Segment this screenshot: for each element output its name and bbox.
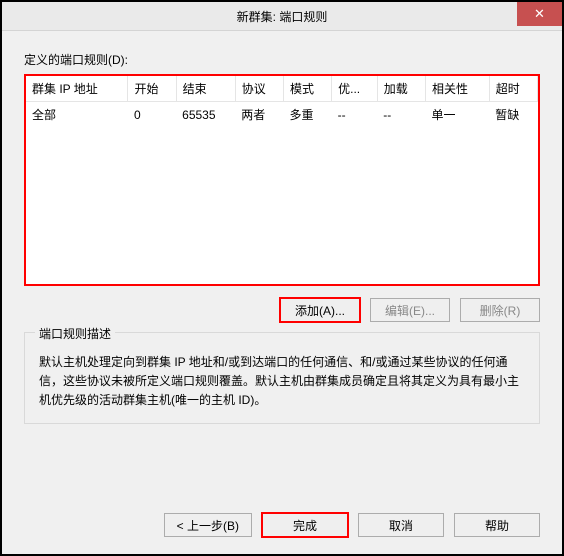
close-icon: ✕: [534, 6, 545, 22]
cell-cluster-ip: 全部: [26, 102, 128, 128]
titlebar: 新群集: 端口规则 ✕: [2, 2, 562, 31]
description-group: 端口规则描述 默认主机处理定向到群集 IP 地址和/或到达端口的任何通信、和/或…: [24, 332, 540, 424]
cell-timeout: 暂缺: [489, 102, 537, 128]
table-header-row: 群集 IP 地址 开始 结束 协议 模式 优... 加载 相关性 超时: [26, 76, 538, 102]
help-button[interactable]: 帮助: [454, 513, 540, 537]
window-title: 新群集: 端口规则: [237, 8, 328, 25]
cell-priority: --: [332, 102, 378, 128]
delete-button[interactable]: 删除(R): [460, 298, 540, 322]
cell-load: --: [377, 102, 425, 128]
description-group-title: 端口规则描述: [35, 325, 115, 342]
rule-buttons-row: 添加(A)... 编辑(E)... 删除(R): [24, 298, 540, 322]
spacer: [24, 432, 540, 513]
rules-table-container: 群集 IP 地址 开始 结束 协议 模式 优... 加载 相关性 超时 全部 0: [24, 74, 540, 286]
rules-table: 群集 IP 地址 开始 结束 协议 模式 优... 加载 相关性 超时 全部 0: [26, 76, 538, 127]
cell-mode: 多重: [283, 102, 331, 128]
table-row[interactable]: 全部 0 65535 两者 多重 -- -- 单一 暂缺: [26, 102, 538, 128]
dialog-window: 新群集: 端口规则 ✕ 定义的端口规则(D): 群集 IP 地址 开始 结束 协…: [0, 0, 564, 556]
col-load[interactable]: 加载: [377, 76, 425, 102]
finish-button[interactable]: 完成: [262, 513, 348, 537]
description-text: 默认主机处理定向到群集 IP 地址和/或到达端口的任何通信、和/或通过某些协议的…: [39, 353, 525, 411]
close-button[interactable]: ✕: [517, 2, 562, 26]
col-mode[interactable]: 模式: [283, 76, 331, 102]
col-end[interactable]: 结束: [176, 76, 235, 102]
col-start[interactable]: 开始: [128, 76, 176, 102]
col-priority[interactable]: 优...: [332, 76, 378, 102]
back-button[interactable]: < 上一步(B): [164, 513, 252, 537]
rules-label: 定义的端口规则(D):: [24, 51, 540, 68]
cell-end: 65535: [176, 102, 235, 128]
col-protocol[interactable]: 协议: [235, 76, 283, 102]
cell-affinity: 单一: [425, 102, 489, 128]
edit-button[interactable]: 编辑(E)...: [370, 298, 450, 322]
cell-start: 0: [128, 102, 176, 128]
cell-protocol: 两者: [235, 102, 283, 128]
cancel-button[interactable]: 取消: [358, 513, 444, 537]
rules-table-scroll[interactable]: 群集 IP 地址 开始 结束 协议 模式 优... 加载 相关性 超时 全部 0: [26, 76, 538, 284]
add-button[interactable]: 添加(A)...: [280, 298, 360, 322]
footer-buttons: < 上一步(B) 完成 取消 帮助: [24, 513, 540, 555]
col-affinity[interactable]: 相关性: [425, 76, 489, 102]
dialog-body: 定义的端口规则(D): 群集 IP 地址 开始 结束 协议 模式 优... 加载…: [2, 31, 562, 555]
col-cluster-ip[interactable]: 群集 IP 地址: [26, 76, 128, 102]
col-timeout[interactable]: 超时: [489, 76, 537, 102]
